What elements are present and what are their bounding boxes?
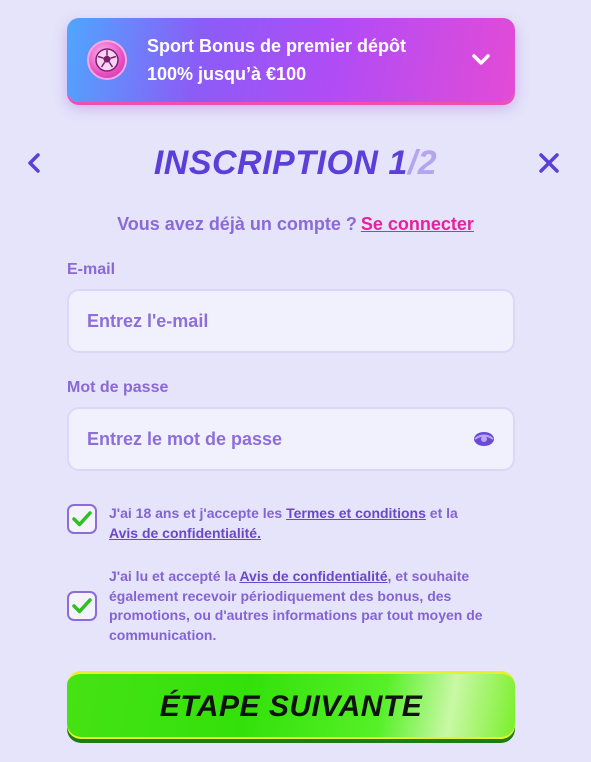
next-step-button[interactable]: ÉTAPE SUIVANTE	[67, 671, 515, 739]
email-label: E-mail	[67, 261, 116, 278]
terms-consent-row: J'ai 18 ans et j'accepte les Termes et c…	[67, 504, 515, 543]
bonus-amount: 100% jusqu’à €100	[147, 64, 307, 84]
registration-header: INSCRIPTION 1/2	[0, 140, 591, 186]
password-field[interactable]	[87, 428, 473, 450]
soccer-ball-icon	[87, 40, 127, 80]
page-title: INSCRIPTION 1/2	[0, 140, 591, 186]
marketing-consent-row: J'ai lu et accepté la Avis de confidenti…	[67, 567, 515, 645]
step-total: /2	[407, 144, 438, 182]
privacy-link[interactable]: Avis de confidentialité.	[109, 525, 261, 541]
title-text: INSCRIPTION 1	[153, 144, 408, 182]
bonus-title: Sport Bonus de premier dépôt	[147, 36, 407, 56]
login-prompt-text: Vous avez déjà un compte ?	[117, 214, 357, 234]
login-prompt: Vous avez déjà un compte ? Se connecter	[0, 210, 591, 238]
terms-consent-text: J'ai 18 ans et j'accepte les Termes et c…	[109, 504, 458, 543]
login-link[interactable]: Se connecter	[361, 214, 474, 234]
password-field-container	[67, 407, 515, 471]
terms-checkbox[interactable]	[67, 504, 97, 534]
email-field-container	[67, 289, 515, 353]
marketing-consent-text: J'ai lu et accepté la Avis de confidenti…	[109, 567, 489, 645]
marketing-text-a: J'ai lu et accepté la	[109, 568, 240, 584]
password-label: Mot de passe	[67, 379, 169, 396]
bonus-text: Sport Bonus de premier dépôt 100% jusqu’…	[147, 32, 469, 88]
terms-text-b: et la	[425, 505, 458, 521]
close-icon[interactable]	[536, 150, 562, 176]
marketing-checkbox[interactable]	[67, 591, 97, 621]
eye-icon[interactable]	[473, 428, 495, 450]
bonus-banner[interactable]: Sport Bonus de premier dépôt 100% jusqu’…	[67, 18, 515, 102]
email-field[interactable]	[87, 310, 495, 332]
terms-link[interactable]: Termes et conditions	[286, 505, 426, 521]
chevron-down-icon[interactable]	[469, 48, 493, 72]
terms-text-a: J'ai 18 ans et j'accepte les	[109, 505, 287, 521]
marketing-privacy-link[interactable]: Avis de confidentialité	[239, 568, 387, 584]
